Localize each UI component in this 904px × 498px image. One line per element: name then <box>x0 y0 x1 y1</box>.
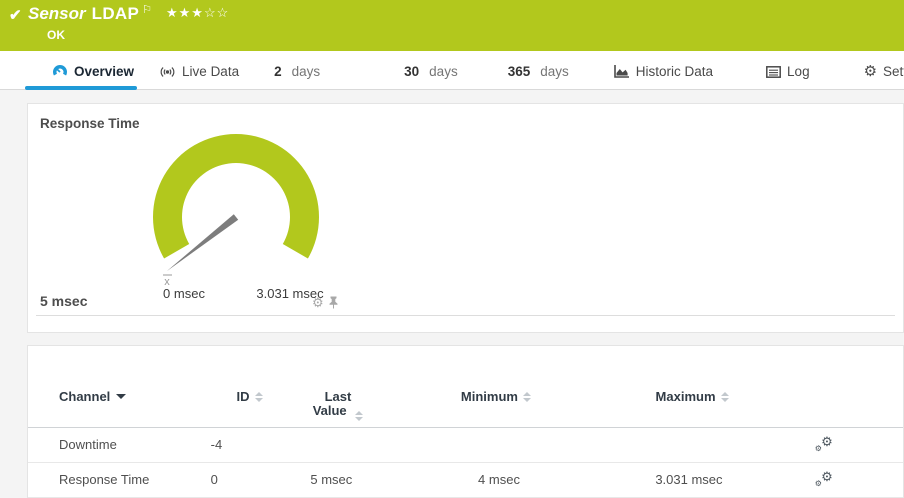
channel-settings-gears-icon[interactable]: ⚙⚙ <box>815 471 833 487</box>
tab-live-data[interactable]: Live Data <box>159 64 239 89</box>
sensor-title-prefix: Sensor <box>28 4 86 24</box>
channel-table-header-row: Channel ID Last Value Minimum <box>28 390 903 428</box>
tab-30-days[interactable]: 30 days <box>404 64 458 89</box>
column-header-last-value[interactable]: Last Value <box>263 390 378 428</box>
ok-check-icon: ✔ <box>9 6 22 24</box>
channel-name: Downtime <box>28 428 211 463</box>
channel-id: 0 <box>211 463 263 498</box>
sensor-title: Sensor LDAP ⚐ ★★★☆☆ <box>28 4 229 24</box>
tab-2-days[interactable]: 2 days <box>274 64 320 89</box>
column-header-id[interactable]: ID <box>211 390 263 428</box>
status-badge: OK <box>47 28 65 42</box>
live-broadcast-icon <box>159 66 176 78</box>
tab-2-days-unit: days <box>292 64 321 79</box>
tab-log[interactable]: Log <box>766 64 810 89</box>
tab-365-days-unit: days <box>540 64 569 79</box>
log-list-icon <box>766 66 781 78</box>
channel-id: -4 <box>211 428 263 463</box>
column-header-actions <box>745 390 903 428</box>
tab-log-label: Log <box>787 64 810 79</box>
sort-arrows-icon <box>255 392 263 402</box>
gauge-current-value: 5 msec <box>40 293 87 309</box>
channel-minimum: 4 msec <box>377 463 545 498</box>
pin-icon[interactable] <box>328 296 339 309</box>
sort-desc-caret-icon <box>116 394 126 399</box>
sort-arrows-icon <box>523 392 531 402</box>
channel-minimum <box>377 428 545 463</box>
channel-table: Channel ID Last Value Minimum <box>28 390 903 498</box>
channel-maximum: 3.031 msec <box>545 463 745 498</box>
channel-settings-gears-icon[interactable]: ⚙⚙ <box>815 436 833 452</box>
tab-30-days-unit: days <box>429 64 458 79</box>
priority-stars[interactable]: ★★★☆☆ <box>166 5 229 21</box>
table-row-response-time: Response Time 0 5 msec 4 msec 3.031 msec… <box>28 463 903 498</box>
channel-maximum <box>545 428 745 463</box>
gauge-settings-gear-icon[interactable]: ⚙ <box>312 296 324 309</box>
tab-historic-data-label: Historic Data <box>636 64 713 79</box>
tab-2-days-number: 2 <box>274 64 282 79</box>
gauge-divider <box>36 315 895 316</box>
sensor-header: ✔ Sensor LDAP ⚐ ★★★☆☆ OK <box>0 0 904 51</box>
sort-arrows-icon <box>355 411 363 421</box>
response-time-gauge-panel: Response Time x 0 msec 3.031 msec 5 msec… <box>27 103 904 333</box>
gauge-icon <box>52 64 68 79</box>
channel-last-value <box>263 428 378 463</box>
tab-365-days[interactable]: 365 days <box>508 64 569 89</box>
tab-historic-data[interactable]: Historic Data <box>614 64 713 89</box>
gauge-arc <box>153 134 319 258</box>
tab-365-days-number: 365 <box>508 64 531 79</box>
tab-bar: Overview Live Data 2 days 30 days 365 da… <box>0 51 904 90</box>
column-header-channel[interactable]: Channel <box>28 390 211 428</box>
channel-table-panel: Channel ID Last Value Minimum <box>27 345 904 498</box>
sort-arrows-icon <box>721 392 729 402</box>
gauge-footer: 5 msec ⚙ <box>28 293 903 311</box>
tab-settings-label: Settings <box>883 64 904 79</box>
flag-icon[interactable]: ⚐ <box>142 3 152 16</box>
tab-overview[interactable]: Overview <box>52 64 134 89</box>
response-time-gauge: x 0 msec 3.031 msec <box>71 133 401 305</box>
tab-live-data-label: Live Data <box>182 64 239 79</box>
table-row-downtime: Downtime -4 ⚙⚙ <box>28 428 903 463</box>
channel-name: Response Time <box>28 463 211 498</box>
column-header-maximum[interactable]: Maximum <box>545 390 745 428</box>
gauge-panel-title: Response Time <box>28 104 903 131</box>
tab-30-days-number: 30 <box>404 64 419 79</box>
area-chart-icon <box>614 65 630 78</box>
sensor-title-name: LDAP <box>92 4 139 24</box>
tab-settings[interactable]: ⚙ Settings <box>864 64 904 89</box>
active-tab-underline <box>25 86 137 90</box>
column-header-minimum[interactable]: Minimum <box>377 390 545 428</box>
channel-last-value: 5 msec <box>263 463 378 498</box>
tab-overview-label: Overview <box>74 64 134 79</box>
